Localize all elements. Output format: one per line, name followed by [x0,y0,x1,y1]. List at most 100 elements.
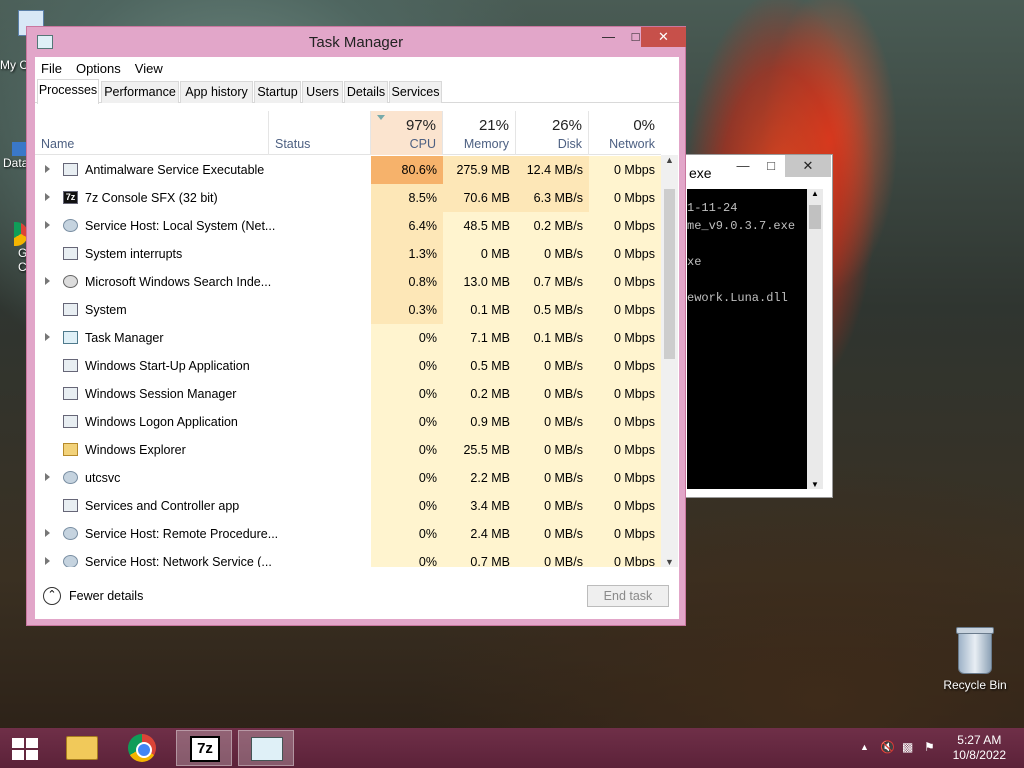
process-row[interactable]: Antimalware Service Executable 80.6% 275.9… [35,156,661,184]
menu-bar: File Options View [35,57,679,79]
tab-details[interactable]: Details [344,81,388,103]
process-name: Services and Controller app [85,499,240,513]
process-cpu-value: 0% [371,352,443,380]
menu-view[interactable]: View [135,61,163,76]
expand-arrow-icon[interactable] [45,277,50,285]
taskbar-file-explorer[interactable] [54,730,110,766]
process-disk-value: 0 MB/s [516,436,589,464]
menu-options[interactable]: Options [76,61,121,76]
process-row[interactable]: Windows Start-Up Application 0% 0.5 MB 0 MB… [35,352,661,380]
process-memory-value: 0.5 MB [443,352,516,380]
folder-icon [63,443,78,456]
expand-arrow-icon[interactable] [45,473,50,481]
end-task-button[interactable]: End task [587,585,669,607]
process-row[interactable]: Windows Explorer 0% 25.5 MB 0 MB/s 0 Mbps [35,436,661,464]
action-center-icon[interactable]: ⚑ [924,740,935,754]
column-header-disk[interactable]: 26% Disk [516,111,589,155]
column-header-status[interactable]: Status [269,111,371,155]
process-row[interactable]: Service Host: Network Service (... 0% 0.7 … [35,548,661,567]
volume-muted-icon[interactable]: 🔇 [880,740,895,754]
column-header-memory[interactable]: 21% Memory [443,111,516,155]
taskbar-task-manager[interactable] [238,730,294,766]
process-network-value: 0 Mbps [589,380,661,408]
tab-app-history[interactable]: App history [180,81,253,103]
process-list: Antimalware Service Executable 80.6% 275.9… [35,156,661,567]
process-row[interactable]: 7z 7z Console SFX (32 bit) 8.5% 70.6 MB 6.3 … [35,184,661,212]
expand-arrow-icon[interactable] [45,165,50,173]
desktop-icon-data[interactable]: Data [0,142,28,170]
process-name: Windows Logon Application [85,415,238,429]
process-disk-value: 0 MB/s [516,548,589,567]
expand-arrow-icon[interactable] [45,221,50,229]
gear-icon [63,527,78,540]
process-grid: Name Status 97% CPU 21% Memory 26% Disk [35,111,679,567]
process-memory-value: 3.4 MB [443,492,516,520]
process-name: 7z Console SFX (32 bit) [85,191,218,205]
process-disk-value: 0 MB/s [516,408,589,436]
process-name: utcsvc [85,471,121,485]
search-indexer-icon [63,275,78,288]
scroll-up-arrow[interactable]: ▲ [661,155,678,165]
process-row[interactable]: System interrupts 1.3% 0 MB 0 MB/s 0 Mbps [35,240,661,268]
process-row[interactable]: Windows Logon Application 0% 0.9 MB 0 MB/s 0… [35,408,661,436]
7z-icon: 7z [190,736,220,762]
clock[interactable]: 5:27 AM 10/8/2022 [953,733,1006,763]
network-icon[interactable]: ▩ [902,740,913,754]
close-button[interactable]: ✕ [641,27,686,47]
process-memory-value: 275.9 MB [443,156,516,184]
scrollbar-thumb[interactable] [664,189,675,359]
close-button[interactable]: ✕ [785,155,831,177]
column-label-disk: Disk [557,137,582,151]
process-row[interactable]: utcsvc 0% 2.2 MB 0 MB/s 0 Mbps [35,464,661,492]
process-network-value: 0 Mbps [589,268,661,296]
minimize-button[interactable]: — [595,27,622,47]
column-header-name[interactable]: Name [35,111,269,155]
scroll-down-arrow[interactable]: ▼ [661,557,678,567]
file-explorer-icon [66,736,98,760]
title-bar[interactable]: Task Manager — □ ✕ [27,27,686,57]
taskbar-7z[interactable]: 7z [176,730,232,766]
process-network-value: 0 Mbps [589,520,661,548]
process-row[interactable]: Service Host: Local System (Net... 6.4% 48… [35,212,661,240]
process-memory-value: 0.2 MB [443,380,516,408]
maximize-button[interactable]: □ [757,155,785,177]
menu-file[interactable]: File [41,61,62,76]
chevron-up-icon: ⌃ [43,587,61,605]
process-row[interactable]: Task Manager 0% 7.1 MB 0.1 MB/s 0 Mbps [35,324,661,352]
network-total-percent: 0% [633,117,655,134]
expand-arrow-icon[interactable] [45,193,50,201]
desktop-icon-recycle-bin[interactable]: Recycle Bin [942,627,1008,692]
console-scrollbar[interactable]: ▲ ▼ [807,189,823,489]
minimize-button[interactable]: — [729,155,757,177]
process-cpu-value: 80.6% [371,156,443,184]
scroll-down-arrow[interactable]: ▼ [807,480,823,489]
process-row[interactable]: Windows Session Manager 0% 0.2 MB 0 MB/s 0 M… [35,380,661,408]
tab-services[interactable]: Services [389,81,442,103]
tab-startup[interactable]: Startup [254,81,301,103]
desktop-icon-chrome[interactable]: G C [0,222,28,274]
process-cpu-value: 0% [371,548,443,567]
expand-arrow-icon[interactable] [45,529,50,537]
start-button[interactable] [0,730,56,766]
expand-arrow-icon[interactable] [45,557,50,565]
scrollbar-thumb[interactable] [809,205,821,229]
tab-users[interactable]: Users [302,81,343,103]
process-list-scrollbar[interactable]: ▲ ▼ [661,155,678,567]
show-hidden-icons-icon[interactable]: ▲ [860,742,869,752]
process-row[interactable]: Service Host: Remote Procedure... 0% 2.4 M… [35,520,661,548]
process-memory-value: 0.7 MB [443,548,516,567]
fewer-details-button[interactable]: ⌃ Fewer details [43,587,143,605]
column-header-cpu[interactable]: 97% CPU [371,111,443,155]
taskbar-chrome[interactable] [114,730,170,766]
console-window[interactable]: exe — □ ✕ 1-11-24 me_v9.0.3.7.exe xe ewo… [676,154,833,498]
scroll-up-arrow[interactable]: ▲ [807,189,823,198]
app-window-icon [63,415,78,428]
process-row[interactable]: Services and Controller app 0% 3.4 MB 0 MB/… [35,492,661,520]
process-row[interactable]: Microsoft Windows Search Inde... 0.8% 13.0… [35,268,661,296]
tab-processes[interactable]: Processes [37,79,99,104]
expand-arrow-icon[interactable] [45,333,50,341]
process-row[interactable]: System 0.3% 0.1 MB 0.5 MB/s 0 Mbps [35,296,661,324]
tab-performance[interactable]: Performance [101,81,179,103]
column-header-network[interactable]: 0% Network [589,111,661,155]
task-manager-window[interactable]: Task Manager — □ ✕ File Options View Pro… [26,26,686,626]
